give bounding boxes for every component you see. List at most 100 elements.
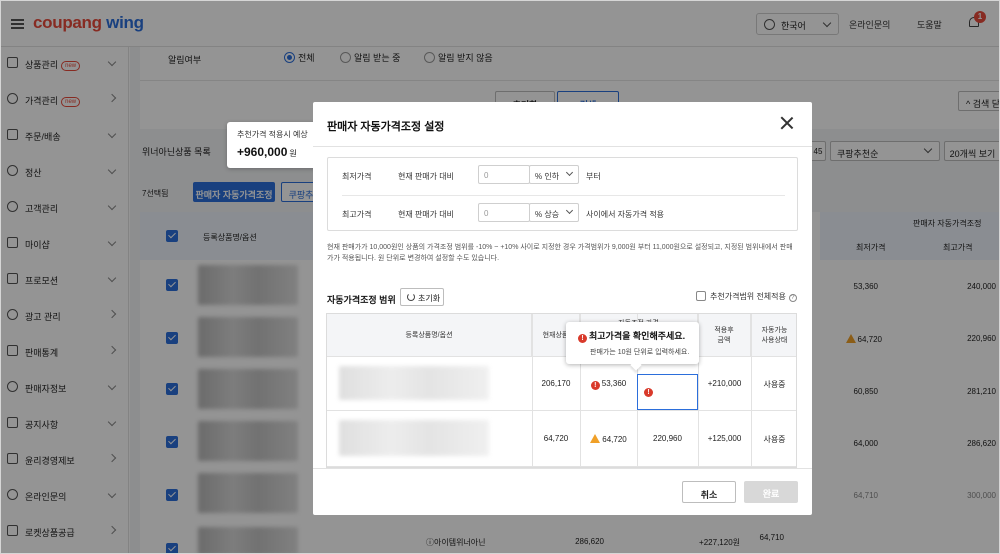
help-icon[interactable]: ? xyxy=(788,294,797,302)
radio-alert-on[interactable]: 알림 받는 중 xyxy=(340,51,400,64)
row-checkbox[interactable] xyxy=(166,543,178,553)
max-price-label: 최고가격 xyxy=(342,210,372,219)
blurred-product-name xyxy=(339,420,489,456)
page-size-select[interactable]: 20개씩 보기 xyxy=(944,141,999,161)
sidebar-item-orders[interactable]: 주문/배송 xyxy=(1,125,129,145)
radio-all[interactable]: 전체 xyxy=(284,51,315,64)
row-current-price: 206,170 xyxy=(541,379,571,388)
page-number[interactable]: 45 xyxy=(810,141,826,161)
range-section-label: 자동가격조정 범위 xyxy=(327,295,396,305)
sidebar-item-label: 상품관리 xyxy=(25,60,59,70)
apply-all-recommended[interactable]: 추천가격범위 전체적용? xyxy=(696,291,797,302)
min-direction-select[interactable]: % 인하 xyxy=(529,165,579,184)
ads-icon xyxy=(7,309,18,320)
max-percent-input[interactable]: 0 xyxy=(478,203,530,222)
row-diff: +210,000 xyxy=(707,379,742,388)
row-checkbox[interactable] xyxy=(166,383,178,395)
sidebar-item-settlement[interactable]: 정산 xyxy=(1,161,129,181)
sidebar-item-statistics[interactable]: 판매통계 xyxy=(1,341,129,361)
bottom-row-min: 64,710 xyxy=(759,533,784,542)
sidebar-item-label: 윤리경영제보 xyxy=(25,456,75,466)
user-icon xyxy=(7,381,18,392)
error-icon: ! xyxy=(578,334,587,343)
sidebar-item-label: 주문/배송 xyxy=(25,132,61,142)
globe-icon xyxy=(764,19,775,30)
max-direction-select[interactable]: % 상승 xyxy=(529,203,579,222)
row-min-price: 60,850 xyxy=(853,387,878,396)
select-all-checkbox[interactable] xyxy=(166,230,178,242)
sidebar-item-pricing[interactable]: 가격관리 new xyxy=(1,89,129,109)
col-status-header: 자동가능 사용상태 xyxy=(751,314,796,356)
row-max-price: 220,960 xyxy=(967,334,996,343)
bottom-row-product: ⓘ아이템위너아닌 xyxy=(426,538,486,547)
sidebar-item-customers[interactable]: 고객관리 xyxy=(1,197,129,217)
sidebar-item-online-inquiry[interactable]: 온라인문의 xyxy=(1,485,129,505)
chevron-right-icon xyxy=(107,309,117,319)
range-reset-button[interactable]: 초기화 xyxy=(400,288,444,306)
modal-title: 판매자 자동가격조정 설정 xyxy=(327,121,445,133)
col-min-header: 최저가격 xyxy=(856,243,886,252)
row-max-price[interactable]: 220,960 xyxy=(637,434,698,443)
row-checkbox[interactable] xyxy=(166,332,178,344)
chevron-down-icon xyxy=(107,201,117,211)
sidebar-item-label: 프로모션 xyxy=(25,276,59,286)
row-checkbox[interactable] xyxy=(166,436,178,448)
max-price-input-error[interactable]: ! xyxy=(637,374,698,410)
truck-icon xyxy=(7,129,18,140)
sidebar-item-promotion[interactable]: 프로모션 xyxy=(1,269,129,289)
row-min-price: 64,720 xyxy=(580,434,637,444)
error-description: 판매가는 10원 단위로 입력하세요. xyxy=(590,349,690,356)
help-link[interactable]: 도움말 xyxy=(917,18,942,31)
sidebar-item-label: 고객관리 xyxy=(25,204,59,214)
price-range-box: 최저가격 현재 판매가 대비 0 % 인하 부터 최고가격 현재 판매가 대비 … xyxy=(327,157,798,231)
radio-alert-off[interactable]: 알림 받지 않음 xyxy=(424,51,493,64)
sidebar-item-notices[interactable]: 공지사항 xyxy=(1,413,129,433)
sidebar-item-label: 로켓상품공급 xyxy=(25,528,75,538)
chevron-right-icon xyxy=(107,93,117,103)
chevron-right-icon xyxy=(107,453,117,463)
sidebar-item-label: 가격관리 xyxy=(25,96,59,106)
sidebar-item-myshop[interactable]: 마이샵 xyxy=(1,233,129,253)
sidebar-item-seller-info[interactable]: 판매자정보 xyxy=(1,377,129,397)
blurred-product-image xyxy=(198,369,298,409)
rocket-icon xyxy=(7,525,18,536)
row-diff: +125,000 xyxy=(707,434,742,443)
max-suffix: 사이에서 자동가격 적용 xyxy=(586,210,665,219)
col-max-header: 최고가격 xyxy=(943,243,973,252)
row-checkbox[interactable] xyxy=(166,489,178,501)
sidebar-item-products[interactable]: 상품관리 new xyxy=(1,53,129,73)
logo[interactable]: coupang wing xyxy=(33,13,144,33)
auto-price-button[interactable]: 판매자 자동가격조정 xyxy=(193,182,275,202)
menu-icon[interactable] xyxy=(11,19,24,29)
sort-select[interactable]: 쿠팡추천순 xyxy=(830,141,940,161)
chevron-down-icon xyxy=(107,273,117,283)
close-icon[interactable] xyxy=(779,115,795,131)
blurred-product-image xyxy=(198,473,298,513)
cancel-button[interactable]: 취소 xyxy=(682,481,736,503)
sidebar-item-rocket-supply[interactable]: 로켓상품공급 xyxy=(1,521,129,541)
row-min-price: ! 53,360 xyxy=(580,379,637,390)
language-select[interactable]: 한국어 xyxy=(756,13,839,35)
min-suffix: 부터 xyxy=(586,172,601,181)
blurred-product-image xyxy=(198,265,298,305)
row-max-price: 281,210 xyxy=(967,387,996,396)
row-max-price: 286,620 xyxy=(967,439,996,448)
online-inquiry-link[interactable]: 온라인문의 xyxy=(849,18,890,31)
row-min-price: 64,710 xyxy=(853,491,878,500)
collapse-search-button[interactable]: ^ 검색 닫 xyxy=(958,91,999,111)
bottom-row-price: 286,620 xyxy=(575,537,604,546)
done-button[interactable]: 완료 xyxy=(744,481,798,503)
col-diff-header: 적용후 금액 xyxy=(698,314,751,356)
row-checkbox[interactable] xyxy=(166,279,178,291)
min-percent-input[interactable]: 0 xyxy=(478,165,530,184)
chevron-down-icon xyxy=(107,381,117,391)
row-min-price: 64,000 xyxy=(853,439,878,448)
apply-all-checkbox[interactable] xyxy=(696,291,706,301)
sidebar-item-ethics-report[interactable]: 윤리경영제보 xyxy=(1,449,129,469)
report-icon xyxy=(7,453,18,464)
min-price-label: 최저가격 xyxy=(342,172,372,181)
sidebar-item-ads[interactable]: 광고 관리 xyxy=(1,305,129,325)
new-badge: new xyxy=(61,61,81,71)
blurred-product-image xyxy=(198,317,298,357)
notification-bell-icon[interactable]: 1 xyxy=(967,11,986,29)
